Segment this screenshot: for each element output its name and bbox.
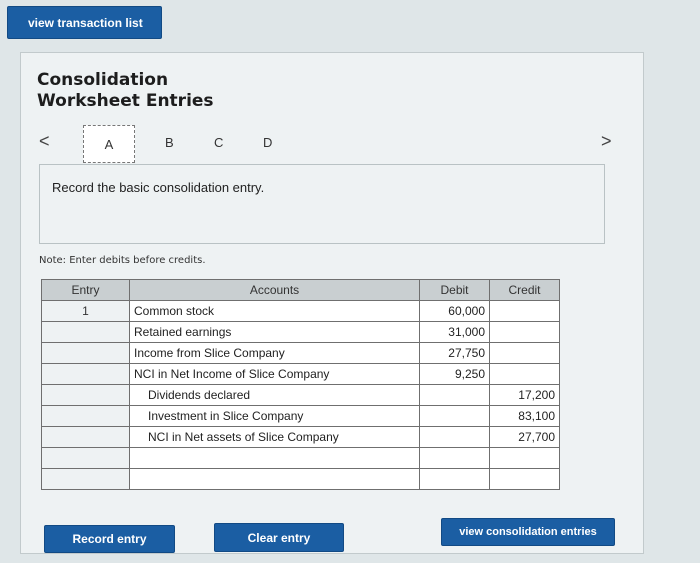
table-row (41, 468, 560, 490)
account-cell (129, 321, 420, 343)
debit-cell (419, 321, 490, 343)
entry-cell (41, 405, 130, 427)
account-input[interactable] (134, 344, 415, 362)
account-input[interactable] (134, 407, 429, 425)
account-input[interactable] (134, 386, 429, 404)
account-cell (129, 447, 420, 469)
credit-cell (489, 468, 560, 490)
account-input[interactable] (134, 428, 429, 446)
header-debit: Debit (419, 279, 490, 301)
credit-input[interactable] (494, 428, 555, 446)
table-row (41, 321, 560, 343)
account-cell (129, 363, 420, 385)
title-line-2: Worksheet Entries (37, 91, 214, 111)
credit-cell (489, 300, 560, 322)
account-cell (129, 468, 420, 490)
credit-cell (489, 447, 560, 469)
credit-input[interactable] (494, 470, 555, 488)
chevron-left-icon[interactable]: < (39, 131, 50, 152)
table-header-row: Entry Accounts Debit Credit (41, 279, 560, 301)
header-accounts: Accounts (129, 279, 420, 301)
account-cell (129, 342, 420, 364)
debit-input[interactable] (424, 302, 485, 320)
credit-input[interactable] (494, 407, 555, 425)
tab-c[interactable]: C (214, 135, 223, 150)
table-row (41, 384, 560, 406)
credit-input[interactable] (494, 323, 555, 341)
credit-input[interactable] (494, 449, 555, 467)
header-entry: Entry (41, 279, 130, 301)
debit-cell (419, 426, 490, 448)
credit-cell (489, 405, 560, 427)
table-row (41, 447, 560, 469)
account-input[interactable] (134, 302, 415, 320)
credit-cell (489, 384, 560, 406)
credit-cell (489, 363, 560, 385)
account-input[interactable] (134, 449, 415, 467)
account-input[interactable] (134, 323, 415, 341)
debit-input[interactable] (424, 470, 485, 488)
table-row: 1 (41, 300, 560, 322)
tab-d[interactable]: D (263, 135, 272, 150)
account-cell (129, 300, 420, 322)
debit-cell (419, 342, 490, 364)
debit-cell (419, 405, 490, 427)
entry-cell (41, 384, 130, 406)
account-input[interactable] (134, 470, 415, 488)
debit-cell (419, 384, 490, 406)
credit-cell (489, 321, 560, 343)
note-text: Note: Enter debits before credits. (39, 255, 206, 266)
account-cell (129, 405, 429, 427)
credit-cell (489, 342, 560, 364)
view-transaction-list-button[interactable]: view transaction list (7, 6, 162, 39)
entry-cell (41, 363, 130, 385)
entry-cell (41, 342, 130, 364)
entry-cell: 1 (41, 300, 130, 322)
worksheet-table: Entry Accounts Debit Credit 1 (41, 279, 560, 490)
account-cell (129, 384, 429, 406)
credit-cell (489, 426, 560, 448)
tab-b[interactable]: B (165, 135, 174, 150)
debit-input[interactable] (424, 386, 485, 404)
title-line-1: Consolidation (37, 70, 169, 90)
credit-input[interactable] (494, 302, 555, 320)
chevron-right-icon[interactable]: > (601, 131, 612, 152)
credit-input[interactable] (494, 386, 555, 404)
debit-cell (419, 447, 490, 469)
debit-cell (419, 300, 490, 322)
table-row (41, 363, 560, 385)
record-entry-button[interactable]: Record entry (44, 525, 175, 553)
account-input[interactable] (134, 365, 415, 383)
credit-input[interactable] (494, 365, 555, 383)
entry-cell (41, 447, 130, 469)
debit-input[interactable] (424, 428, 485, 446)
debit-input[interactable] (424, 365, 485, 383)
debit-cell (419, 468, 490, 490)
entry-cell (41, 321, 130, 343)
table-row (41, 342, 560, 364)
debit-input[interactable] (424, 449, 485, 467)
debit-cell (419, 363, 490, 385)
account-cell (129, 426, 429, 448)
credit-input[interactable] (494, 344, 555, 362)
view-consolidation-entries-button[interactable]: view consolidation entries (441, 518, 615, 546)
instruction-box: Record the basic consolidation entry. (39, 164, 605, 244)
debit-input[interactable] (424, 407, 485, 425)
table-row (41, 426, 560, 448)
page-title: Consolidation Worksheet Entries (37, 70, 214, 112)
entry-cell (41, 468, 130, 490)
clear-entry-button[interactable]: Clear entry (214, 523, 344, 552)
debit-input[interactable] (424, 344, 485, 362)
worksheet-panel: Consolidation Worksheet Entries < > A B … (20, 52, 644, 554)
debit-input[interactable] (424, 323, 485, 341)
header-credit: Credit (489, 279, 560, 301)
table-row (41, 405, 560, 427)
entry-cell (41, 426, 130, 448)
tab-a[interactable]: A (83, 125, 135, 163)
